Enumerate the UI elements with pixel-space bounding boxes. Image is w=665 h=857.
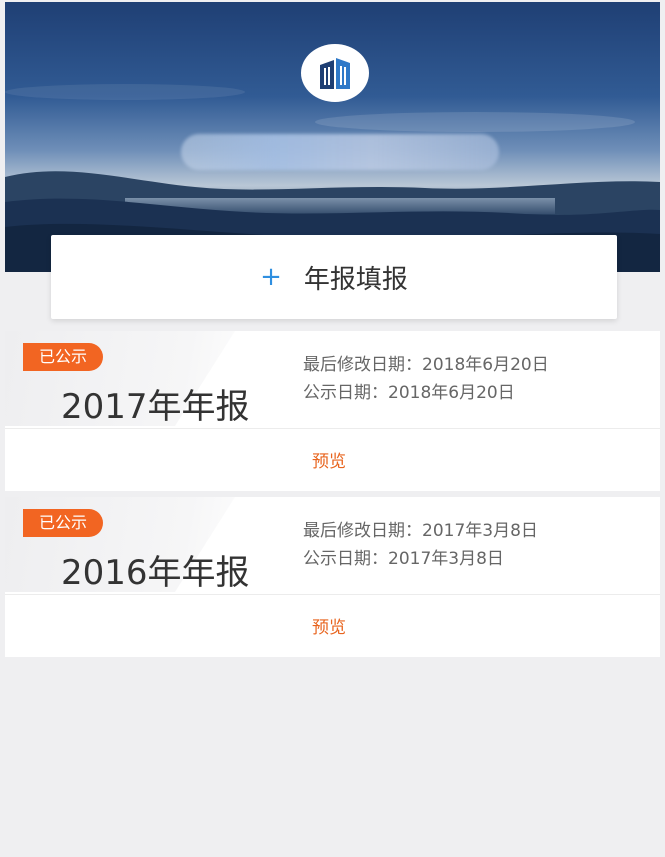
report-title: 2016年年报 (61, 553, 250, 593)
preview-link[interactable]: 预览 (312, 613, 346, 638)
publish-date: 公示日期：2018年6月20日 (303, 383, 515, 403)
company-name-redacted (181, 134, 499, 170)
report-dates: 最后修改日期：2017年3月8日 公示日期：2017年3月8日 (303, 517, 538, 573)
plus-icon: + (260, 262, 282, 292)
report-title: 2017年年报 (61, 387, 250, 427)
header-banner (5, 2, 660, 272)
app-frame: + 年报填报 已公示 2017年年报 最后修改日期：2018年6月20日 公示日… (5, 2, 660, 855)
status-badge: 已公示 (23, 343, 104, 371)
building-icon (320, 58, 350, 89)
last-modified-date: 最后修改日期：2017年3月8日 (303, 521, 538, 541)
report-card-2016: 已公示 2016年年报 最后修改日期：2017年3月8日 公示日期：2017年3… (5, 497, 660, 657)
report-dates: 最后修改日期：2018年6月20日 公示日期：2018年6月20日 (303, 351, 549, 407)
company-logo (301, 44, 369, 102)
annual-report-fill-button[interactable]: + 年报填报 (51, 235, 617, 319)
publish-date: 公示日期：2017年3月8日 (303, 549, 504, 569)
card-divider (5, 428, 660, 429)
last-modified-date: 最后修改日期：2018年6月20日 (303, 355, 549, 375)
card-divider (5, 594, 660, 595)
preview-link[interactable]: 预览 (312, 447, 346, 472)
report-card-2017: 已公示 2017年年报 最后修改日期：2018年6月20日 公示日期：2018年… (5, 331, 660, 491)
fill-button-label: 年报填报 (303, 264, 408, 295)
status-badge: 已公示 (23, 509, 104, 537)
